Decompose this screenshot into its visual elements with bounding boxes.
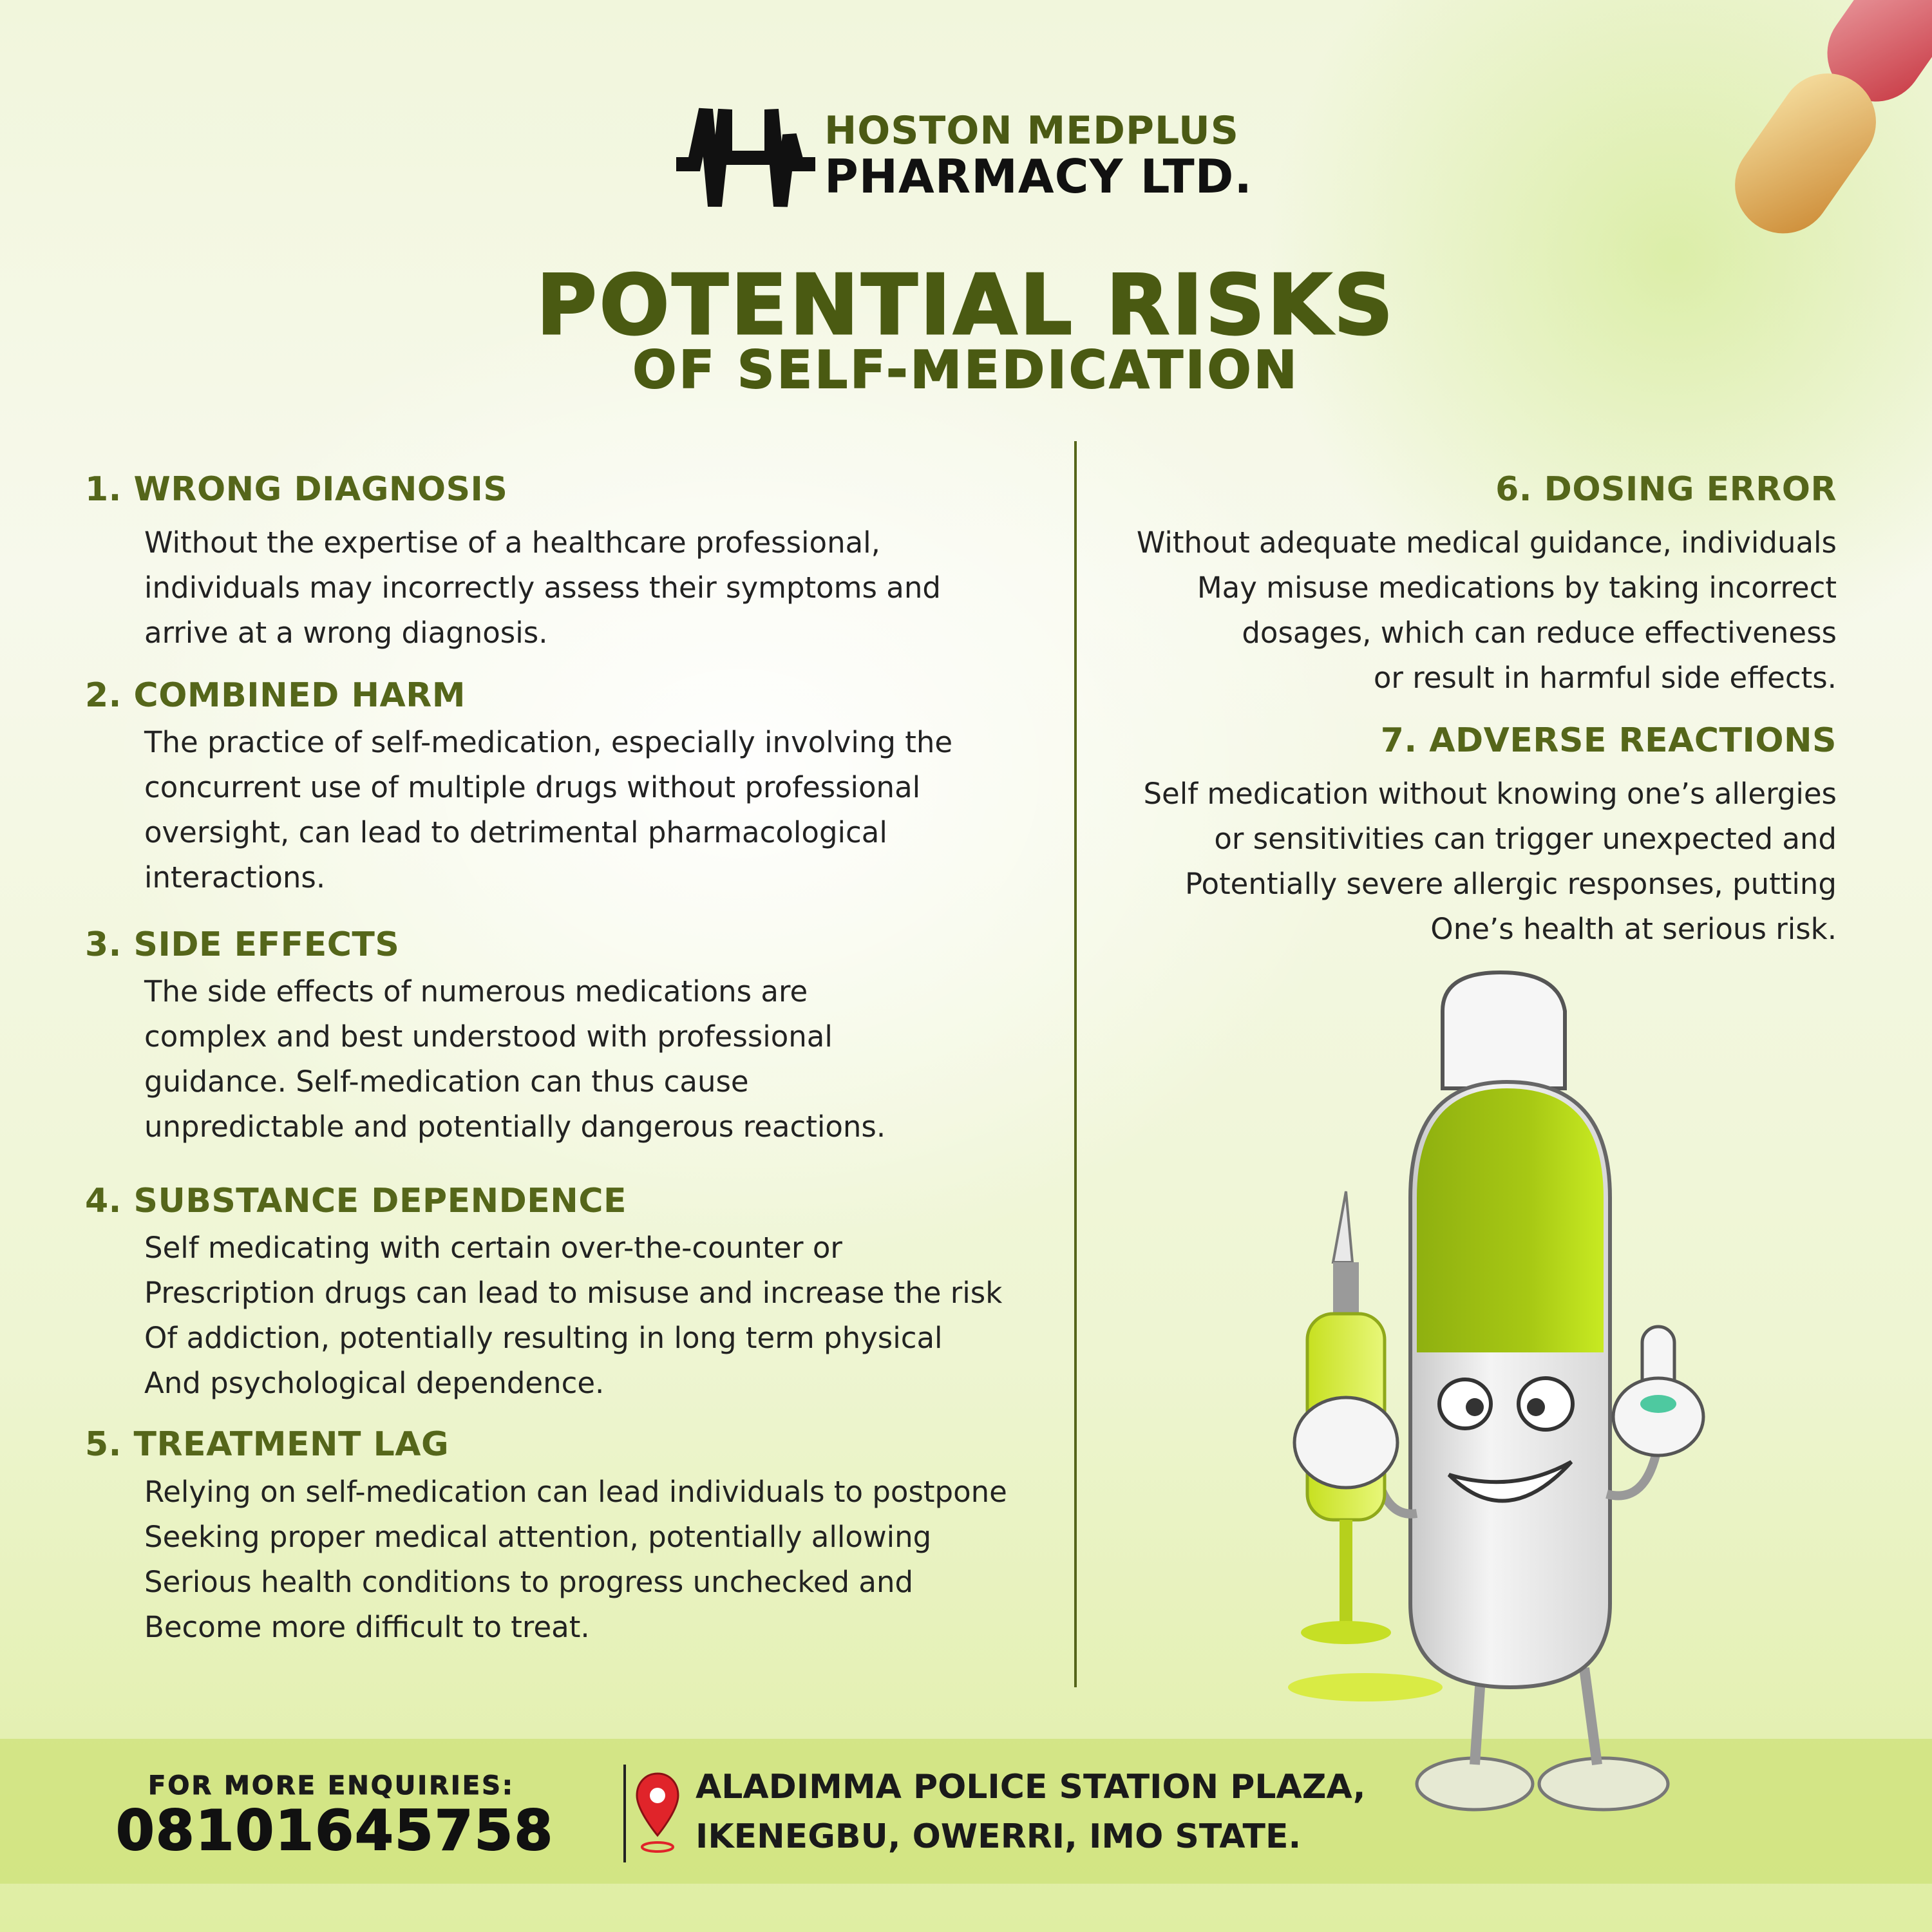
risk-text-line: Of addiction, potentially resulting in l… bbox=[144, 1321, 943, 1355]
risk-heading: 6. DOSING ERROR bbox=[1495, 470, 1837, 509]
risk-text-line: Prescription drugs can lead to misuse an… bbox=[144, 1276, 1003, 1310]
risk-heading: 4. SUBSTANCE DEPENDENCE bbox=[85, 1182, 627, 1220]
risk-description: Self medicating with certain over-the-co… bbox=[144, 1226, 1002, 1406]
risk-description: Relying on self-medication can lead indi… bbox=[144, 1470, 1007, 1650]
risk-text-line: unpredictable and potentially dangerous … bbox=[144, 1110, 886, 1144]
risk-text-line: Without the expertise of a healthcare pr… bbox=[144, 526, 880, 560]
risk-description: Self medication without knowing one’s al… bbox=[1143, 772, 1837, 952]
risk-text-line: individuals may incorrectly assess their… bbox=[144, 571, 941, 605]
enquiries-label: FOR MORE ENQUIRIES: bbox=[148, 1771, 515, 1801]
location-pin-icon bbox=[636, 1772, 679, 1853]
footer-divider bbox=[623, 1765, 626, 1862]
risk-heading: 7. ADVERSE REACTIONS bbox=[1380, 721, 1837, 760]
risk-description: Without adequate medical guidance, indiv… bbox=[1137, 520, 1837, 701]
risk-heading: 2. COMBINED HARM bbox=[85, 676, 466, 715]
risk-text-line: And psychological dependence. bbox=[144, 1366, 605, 1400]
risk-text-line: The side effects of numerous medications… bbox=[144, 974, 808, 1009]
risk-text-line: Relying on self-medication can lead indi… bbox=[144, 1475, 1007, 1509]
address-line1: ALADIMMA POLICE STATION PLAZA, bbox=[696, 1768, 1366, 1806]
capsule-mascot-illustration bbox=[1288, 970, 1705, 1812]
risk-text-line: Seeking proper medical attention, potent… bbox=[144, 1520, 932, 1554]
risk-heading: 1. WRONG DIAGNOSIS bbox=[85, 470, 508, 509]
page-title: POTENTIAL RISKS bbox=[535, 257, 1396, 355]
risk-text-line: Become more difficult to treat. bbox=[144, 1610, 590, 1644]
risk-text-line: The practice of self-medication, especia… bbox=[144, 725, 953, 759]
risk-text-line: May misuse medications by taking incorre… bbox=[1197, 571, 1837, 605]
page-subtitle: OF SELF-MEDICATION bbox=[632, 339, 1300, 401]
risk-heading: 3. SIDE EFFECTS bbox=[85, 925, 400, 964]
capsule-pill-decoration bbox=[1735, 0, 1932, 234]
risk-description: The practice of self-medication, especia… bbox=[144, 720, 952, 900]
risk-text-line: Serious health conditions to progress un… bbox=[144, 1565, 914, 1599]
risk-description: Without the expertise of a healthcare pr… bbox=[144, 520, 941, 656]
address-line2: IKENEGBU, OWERRI, IMO STATE. bbox=[696, 1817, 1302, 1856]
risk-text-line: Without adequate medical guidance, indiv… bbox=[1136, 526, 1837, 560]
risk-text-line: One’s health at serious risk. bbox=[1430, 912, 1837, 946]
risk-text-line: arrive at a wrong diagnosis. bbox=[144, 616, 548, 650]
risk-text-line: concurrent use of multiple drugs without… bbox=[144, 770, 921, 804]
risk-text-line: oversight, can lead to detrimental pharm… bbox=[144, 815, 887, 849]
risk-text-line: interactions. bbox=[144, 860, 326, 895]
risk-text-line: or sensitivities can trigger unexpected … bbox=[1214, 822, 1837, 856]
risk-text-line: guidance. Self-medication can thus cause bbox=[144, 1065, 749, 1099]
heartbeat-h-logo-icon bbox=[676, 108, 815, 207]
brand-name-line2: PHARMACY LTD. bbox=[824, 149, 1253, 204]
risk-text-line: Self medication without knowing one’s al… bbox=[1143, 777, 1837, 811]
risk-text-line: complex and best understood with profess… bbox=[144, 1019, 833, 1054]
phone-number[interactable]: 08101645758 bbox=[115, 1798, 554, 1864]
risk-text-line: dosages, which can reduce effectiveness bbox=[1242, 616, 1837, 650]
risk-text-line: Self medicating with certain over-the-co… bbox=[144, 1231, 842, 1265]
risk-text-line: or result in harmful side effects. bbox=[1373, 661, 1837, 695]
risk-description: The side effects of numerous medications… bbox=[144, 969, 886, 1150]
brand-name-line1: HOSTON MEDPLUS bbox=[824, 108, 1239, 153]
risk-heading: 5. TREATMENT LAG bbox=[85, 1425, 450, 1464]
risk-text-line: Potentially severe allergic responses, p… bbox=[1184, 867, 1837, 901]
brand-logo: HOSTON MEDPLUS PHARMACY LTD. bbox=[675, 97, 1293, 213]
column-divider bbox=[1074, 441, 1077, 1687]
